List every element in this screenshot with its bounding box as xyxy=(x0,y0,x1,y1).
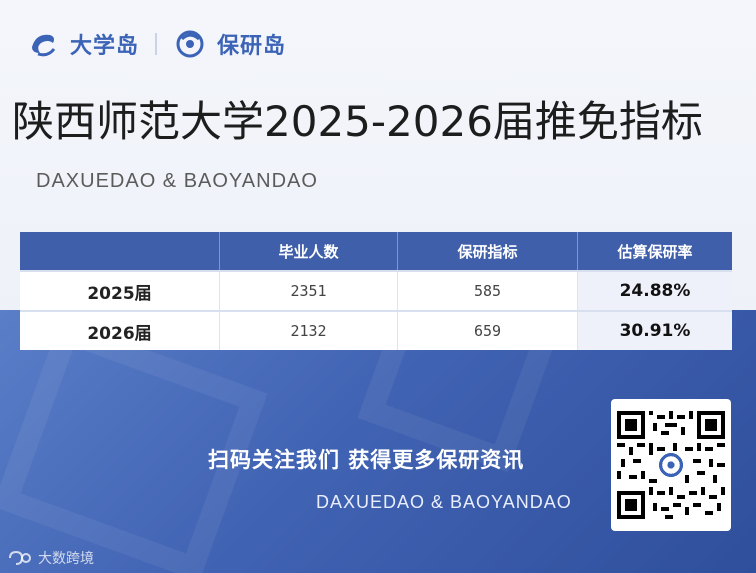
brand-divider xyxy=(155,33,158,55)
year-cell: 2025届 xyxy=(20,272,220,310)
brand-name-baoyandao: 保研岛 xyxy=(217,34,287,59)
quota-table: 毕业人数 保研指标 估算保研率 2025届 2351 585 24.88% 20… xyxy=(20,232,732,350)
rate-cell: 30.91% xyxy=(578,312,732,350)
qr-code[interactable] xyxy=(611,399,731,531)
table-header-cell: 保研指标 xyxy=(398,232,578,270)
table-header-row: 毕业人数 保研指标 估算保研率 xyxy=(20,232,732,270)
footer-label: 大数跨境 xyxy=(38,551,94,567)
brand-name-daxuedao: 大学岛 xyxy=(70,34,140,59)
page-subtitle: DAXUEDAO & BAOYANDAO xyxy=(36,170,318,192)
daxuedao-logo-icon xyxy=(32,34,56,57)
qr-code-icon xyxy=(617,411,725,519)
baoyandao-logo-icon xyxy=(176,30,204,58)
graduates-cell: 2351 xyxy=(220,272,398,310)
table-row: 2026届 2132 659 30.91% xyxy=(20,310,732,350)
page-title: 陕西师范大学2025-2026届推免指标 xyxy=(12,97,703,146)
dashujingjing-logo-icon xyxy=(9,550,31,565)
rate-cell: 24.88% xyxy=(578,272,732,310)
quota-cell: 585 xyxy=(398,272,578,310)
footer-logo: 大数跨境 xyxy=(8,548,94,568)
cta-title: 扫码关注我们 获得更多保研资讯 xyxy=(208,448,525,472)
cta-subtitle: DAXUEDAO & BAOYANDAO xyxy=(316,492,572,512)
table-header-cell: 估算保研率 xyxy=(617,242,693,261)
graduates-cell: 2132 xyxy=(220,312,398,350)
quota-cell: 659 xyxy=(398,312,578,350)
brand-row: 大学岛 保研岛 xyxy=(26,26,286,62)
table-header-cell: 毕业人数 xyxy=(220,232,398,270)
table-header-cell xyxy=(20,232,220,270)
table-row: 2025届 2351 585 24.88% xyxy=(20,270,732,310)
year-cell: 2026届 xyxy=(20,312,220,350)
